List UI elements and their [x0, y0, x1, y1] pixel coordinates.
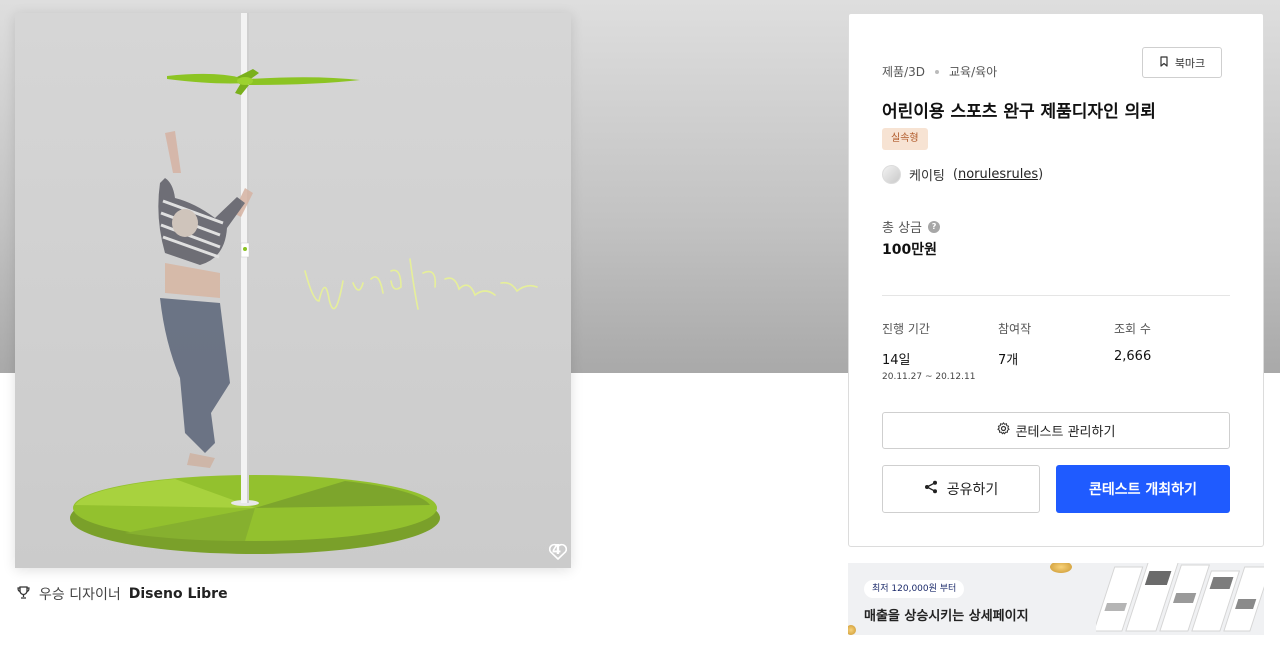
- stat-period-label: 진행 기간: [882, 322, 930, 336]
- prize-label: 총 상금 ?: [882, 217, 941, 236]
- host-name: 케이팅: [909, 169, 945, 184]
- promo-price-badge: 최저 120,000원 부터: [864, 580, 965, 598]
- manage-contest-button[interactable]: 콘테스트 관리하기: [882, 412, 1230, 449]
- stat-period-value: 14일: [882, 353, 911, 368]
- trophy-icon: [16, 585, 31, 604]
- bookmark-button[interactable]: 북마크: [1142, 47, 1222, 78]
- gear-icon: [996, 422, 1010, 439]
- stat-entries-value: 7개: [998, 353, 1019, 368]
- prize-label-text: 총 상금: [882, 221, 923, 236]
- category-separator: [935, 69, 939, 74]
- host-avatar: [882, 165, 901, 184]
- share-button[interactable]: 공유하기: [882, 465, 1040, 513]
- stat-views-label: 조회 수: [1114, 322, 1151, 336]
- bookmark-icon: [1159, 55, 1169, 70]
- share-label: 공유하기: [946, 482, 999, 498]
- product-illustration: [15, 13, 571, 568]
- coin-graphic: [1050, 563, 1072, 573]
- stat-period-range: 20.11.27 ~ 20.12.11: [882, 372, 976, 382]
- manage-contest-label: 콘테스트 관리하기: [1015, 425, 1116, 440]
- coin-graphic-small: [848, 625, 856, 635]
- stat-entries: 참여작 7개: [998, 320, 1031, 368]
- help-icon[interactable]: ?: [928, 220, 941, 233]
- divider: [882, 295, 1230, 296]
- host-contest-button[interactable]: 콘테스트 개최하기: [1056, 465, 1230, 513]
- category-secondary[interactable]: 교육/육아: [949, 63, 997, 80]
- like-count[interactable]: 4: [548, 543, 568, 560]
- stat-views: 조회 수 2,666: [1114, 320, 1151, 364]
- contest-host[interactable]: 케이팅 (norulesrules): [882, 165, 1043, 184]
- contest-title: 어린이용 스포츠 완구 제품디자인 의뢰: [882, 102, 1156, 122]
- bookmark-label: 북마크: [1174, 56, 1206, 70]
- winning-designer: 우승 디자이너 Diseno Libre: [16, 584, 228, 604]
- promo-banner[interactable]: 최저 120,000원 부터 매출을 상승시키는 상세페이지: [848, 563, 1264, 635]
- stat-entries-label: 참여작: [998, 322, 1032, 336]
- hero-image[interactable]: 4: [15, 13, 571, 568]
- stat-period: 진행 기간 14일 20.11.27 ~ 20.12.11: [882, 320, 975, 382]
- stat-views-value: 2,666: [1114, 349, 1152, 364]
- host-handle[interactable]: norulesrules: [958, 167, 1038, 182]
- prize-value: 100만원: [882, 242, 937, 258]
- contest-info-panel: 제품/3D 교육/육아 북마크 어린이용 스포츠 완구 제품디자인 의뢰 실속형…: [848, 13, 1264, 547]
- category-breadcrumb: 제품/3D 교육/육아: [882, 63, 997, 80]
- host-handle-wrapper: (norulesrules): [952, 167, 1044, 182]
- plan-tag: 실속형: [882, 128, 928, 150]
- designer-name[interactable]: Diseno Libre: [129, 586, 228, 602]
- category-primary[interactable]: 제품/3D: [882, 63, 925, 80]
- promo-thumbnails: [1096, 563, 1264, 632]
- promo-headline: 매출을 상승시키는 상세페이지: [864, 609, 1029, 624]
- designer-role: 우승 디자이너: [39, 587, 121, 603]
- share-icon: [924, 480, 938, 498]
